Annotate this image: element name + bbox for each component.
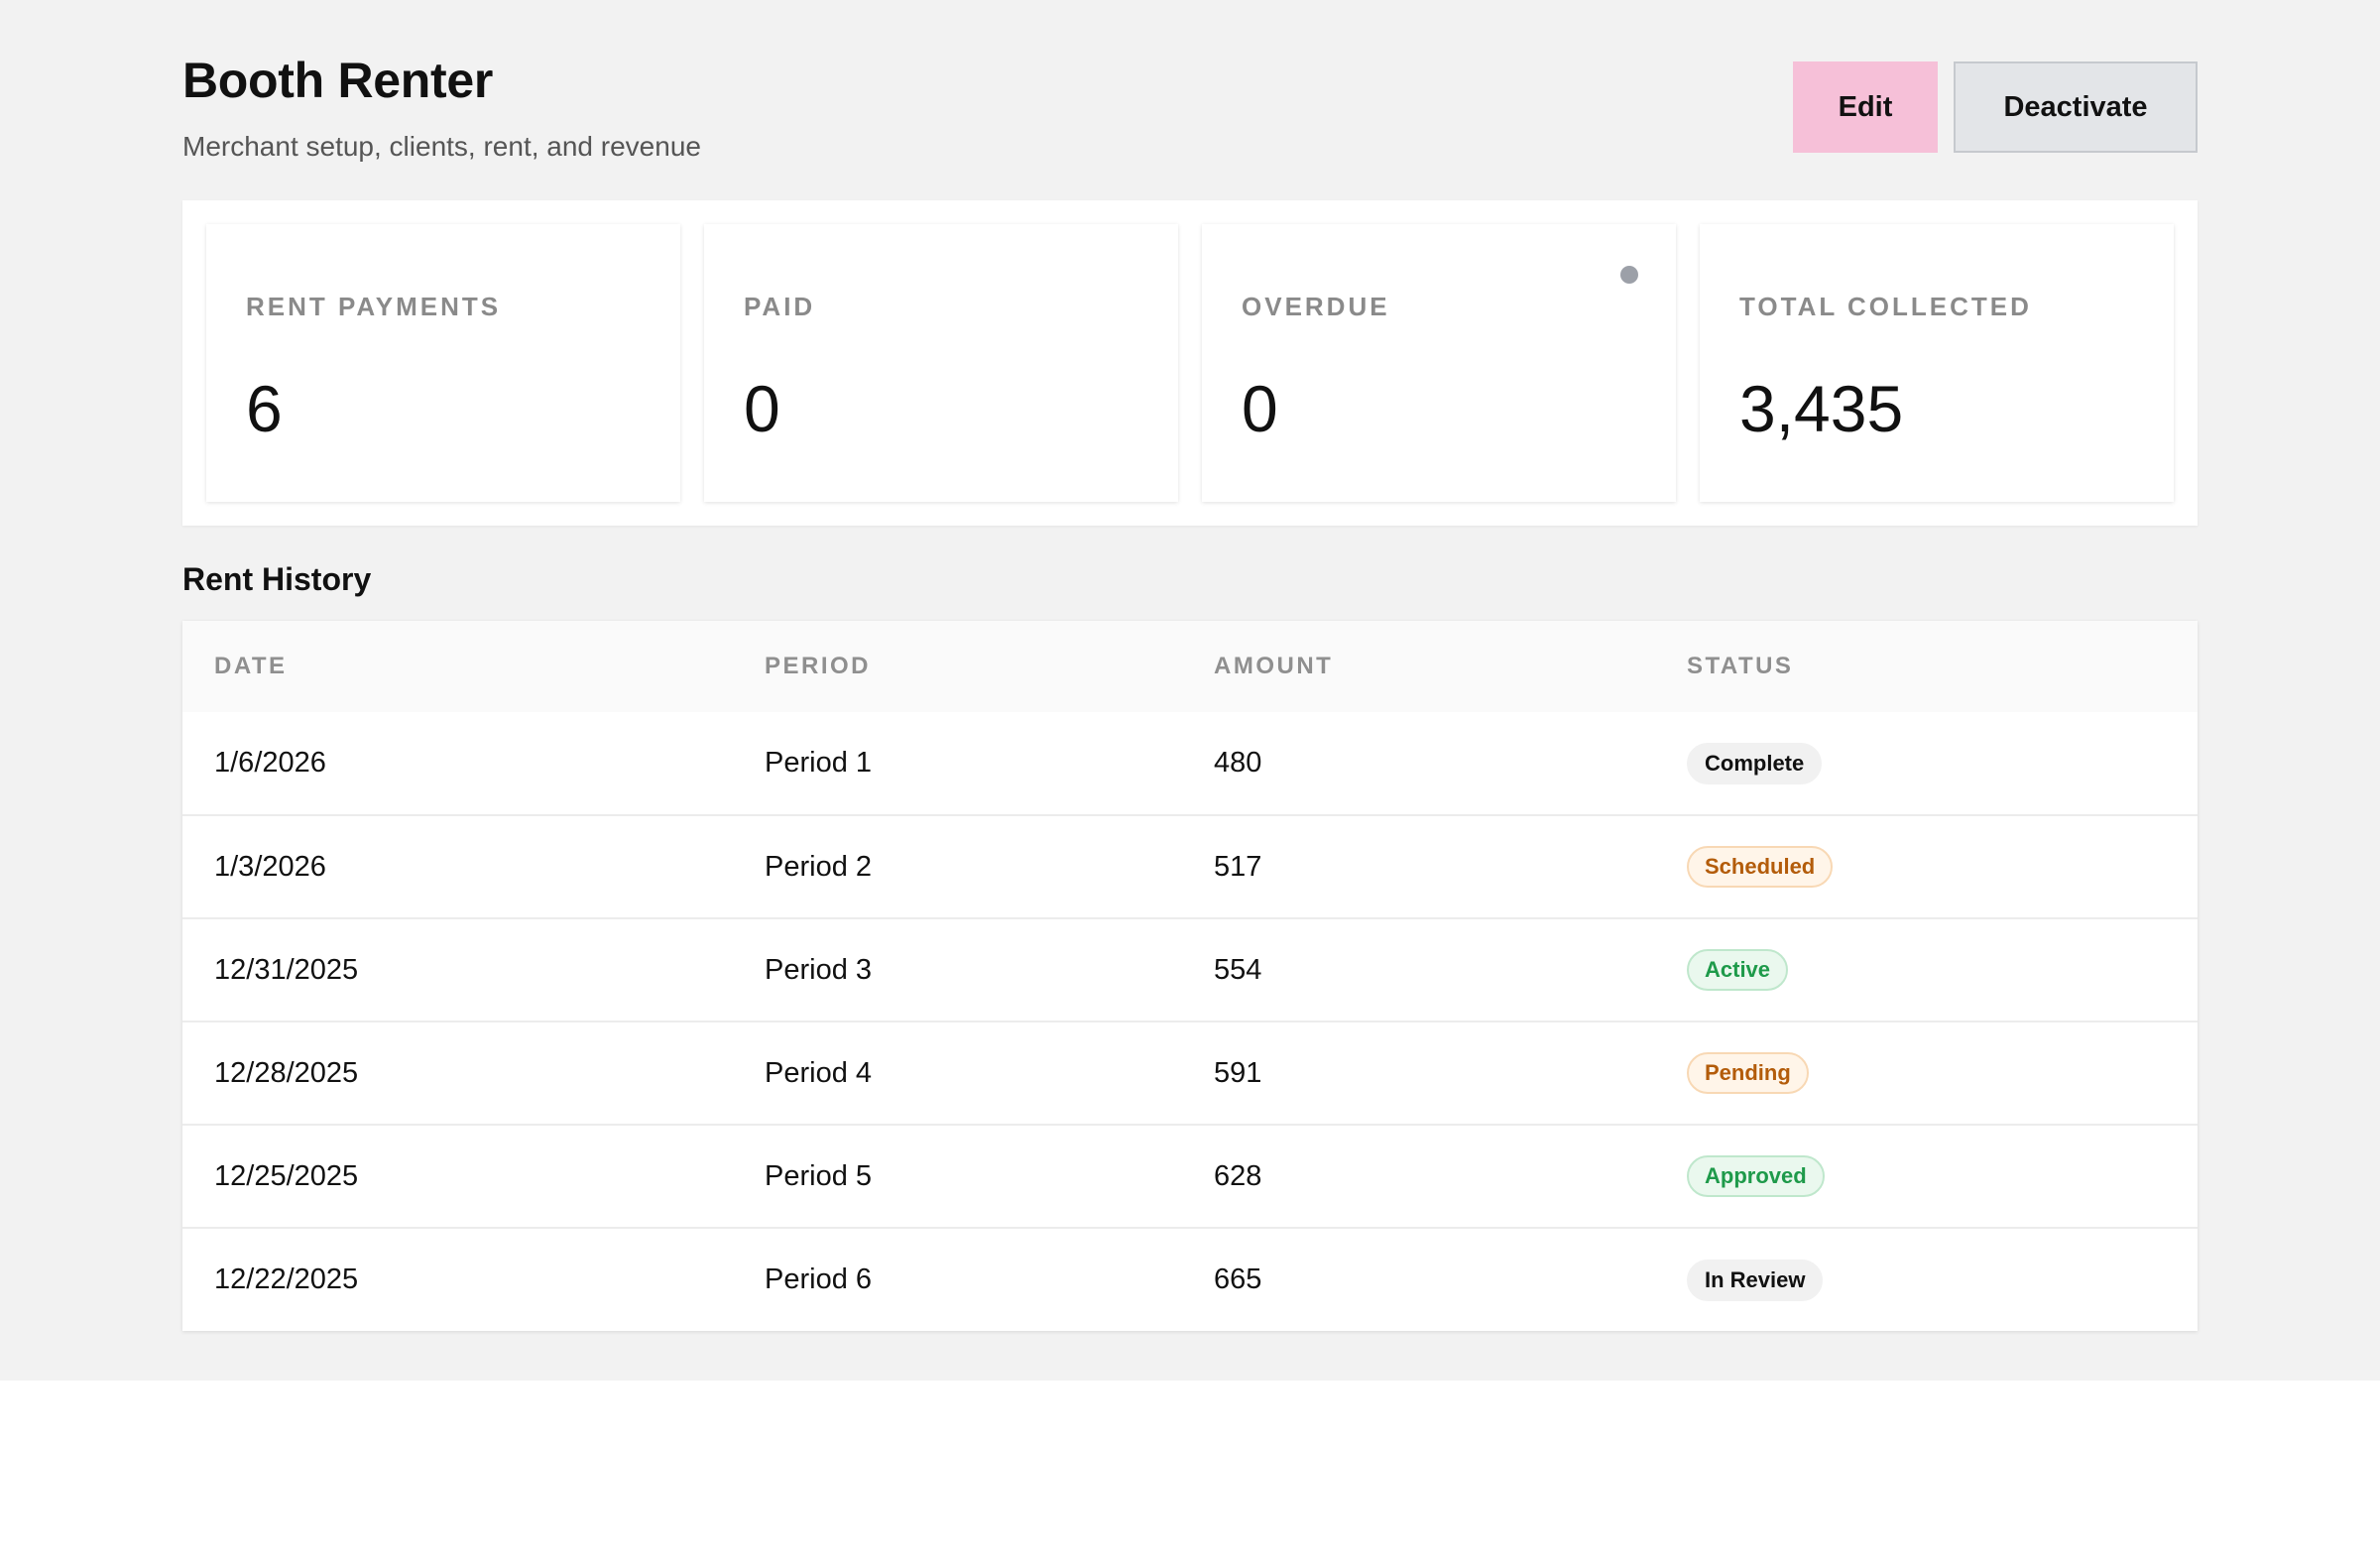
table-row[interactable]: 1/6/2026 Period 1 480 Complete: [182, 712, 2198, 815]
stat-value: 0: [1242, 372, 1278, 445]
status-badge: Complete: [1687, 742, 1823, 784]
cell-status: Active: [1655, 918, 2198, 1022]
rent-history-grid: DATE PERIOD AMOUNT STATUS 1/6/2026 Perio…: [182, 621, 2198, 1331]
status-badge: Approved: [1687, 1155, 1825, 1197]
cell-amount: 591: [1214, 1056, 1262, 1089]
cell-amount: 665: [1214, 1263, 1262, 1295]
page-background: Booth Renter Merchant setup, clients, re…: [0, 0, 2380, 1381]
cell-period: Period 3: [765, 953, 873, 986]
rent-history-table: DATE PERIOD AMOUNT STATUS 1/6/2026 Perio…: [182, 621, 2198, 1331]
status-badge: Scheduled: [1687, 846, 1834, 888]
cell-period: Period 2: [765, 850, 873, 883]
cell-status: In Review: [1655, 1228, 2198, 1331]
cell-date: 1/6/2026: [214, 747, 326, 779]
cell-status: Pending: [1655, 1022, 2198, 1125]
cell-status: Scheduled: [1655, 815, 2198, 918]
rent-history-title: Rent History: [182, 561, 372, 597]
cell-amount: 480: [1214, 747, 1262, 779]
status-badge: Pending: [1687, 1052, 1809, 1094]
cell-date: 12/25/2025: [214, 1159, 359, 1192]
cell-date: 12/28/2025: [214, 1056, 359, 1089]
column-header-status: STATUS: [1687, 653, 1794, 679]
status-dot-icon: [1620, 266, 1638, 284]
cell-period: Period 4: [765, 1056, 873, 1089]
table-row[interactable]: 12/25/2025 Period 5 628 Approved: [182, 1125, 2198, 1228]
stat-value: 6: [246, 372, 283, 445]
stat-card-rent-payments: RENT PAYMENTS 6: [206, 224, 680, 502]
stat-label: TOTAL COLLECTED: [1739, 292, 2032, 321]
stats-panel: RENT PAYMENTS 6 PAID 0 OVERDUE 0 TOTAL C…: [182, 200, 2198, 526]
edit-button[interactable]: Edit: [1793, 61, 1938, 153]
header-actions: Edit Deactivate: [1793, 61, 2198, 153]
stat-value: 3,435: [1739, 372, 1904, 445]
cell-amount: 517: [1214, 850, 1262, 883]
stat-label: OVERDUE: [1242, 292, 1390, 321]
stat-card-overdue: OVERDUE 0: [1202, 224, 1676, 502]
table-body: 1/6/2026 Period 1 480 Complete 1/3/2026 …: [182, 712, 2198, 1331]
table-header-row: DATE PERIOD AMOUNT STATUS: [182, 621, 2198, 712]
table-row[interactable]: 12/28/2025 Period 4 591 Pending: [182, 1022, 2198, 1125]
cell-period: Period 1: [765, 747, 873, 779]
main-container: Booth Renter Merchant setup, clients, re…: [182, 0, 2198, 1331]
table-row[interactable]: 12/31/2025 Period 3 554 Active: [182, 918, 2198, 1022]
cell-period: Period 6: [765, 1263, 873, 1295]
cell-status: Approved: [1655, 1125, 2198, 1228]
table-header: DATE PERIOD AMOUNT STATUS: [182, 621, 2198, 712]
stat-card-total-collected: TOTAL COLLECTED 3,435: [1700, 224, 2174, 502]
cell-date: 1/3/2026: [214, 850, 326, 883]
page-title: Booth Renter: [182, 53, 494, 108]
table-row[interactable]: 1/3/2026 Period 2 517 Scheduled: [182, 815, 2198, 918]
stat-value: 0: [744, 372, 780, 445]
cell-status: Complete: [1655, 712, 2198, 815]
cell-period: Period 5: [765, 1159, 873, 1192]
deactivate-button[interactable]: Deactivate: [1954, 61, 2198, 153]
cell-amount: 628: [1214, 1159, 1262, 1192]
column-header-amount: AMOUNT: [1214, 653, 1334, 679]
cell-amount: 554: [1214, 953, 1262, 986]
page-header: Booth Renter Merchant setup, clients, re…: [182, 0, 2198, 198]
stat-label: RENT PAYMENTS: [246, 292, 502, 321]
page-subtitle: Merchant setup, clients, rent, and reven…: [182, 131, 701, 162]
table-row[interactable]: 12/22/2025 Period 6 665 In Review: [182, 1228, 2198, 1331]
stat-card-paid: PAID 0: [704, 224, 1178, 502]
status-badge: In Review: [1687, 1259, 1824, 1301]
status-badge: Active: [1687, 949, 1789, 991]
cell-date: 12/31/2025: [214, 953, 359, 986]
column-header-period: PERIOD: [765, 653, 872, 679]
cell-date: 12/22/2025: [214, 1263, 359, 1295]
stat-label: PAID: [744, 292, 816, 321]
column-header-date: DATE: [214, 653, 288, 679]
